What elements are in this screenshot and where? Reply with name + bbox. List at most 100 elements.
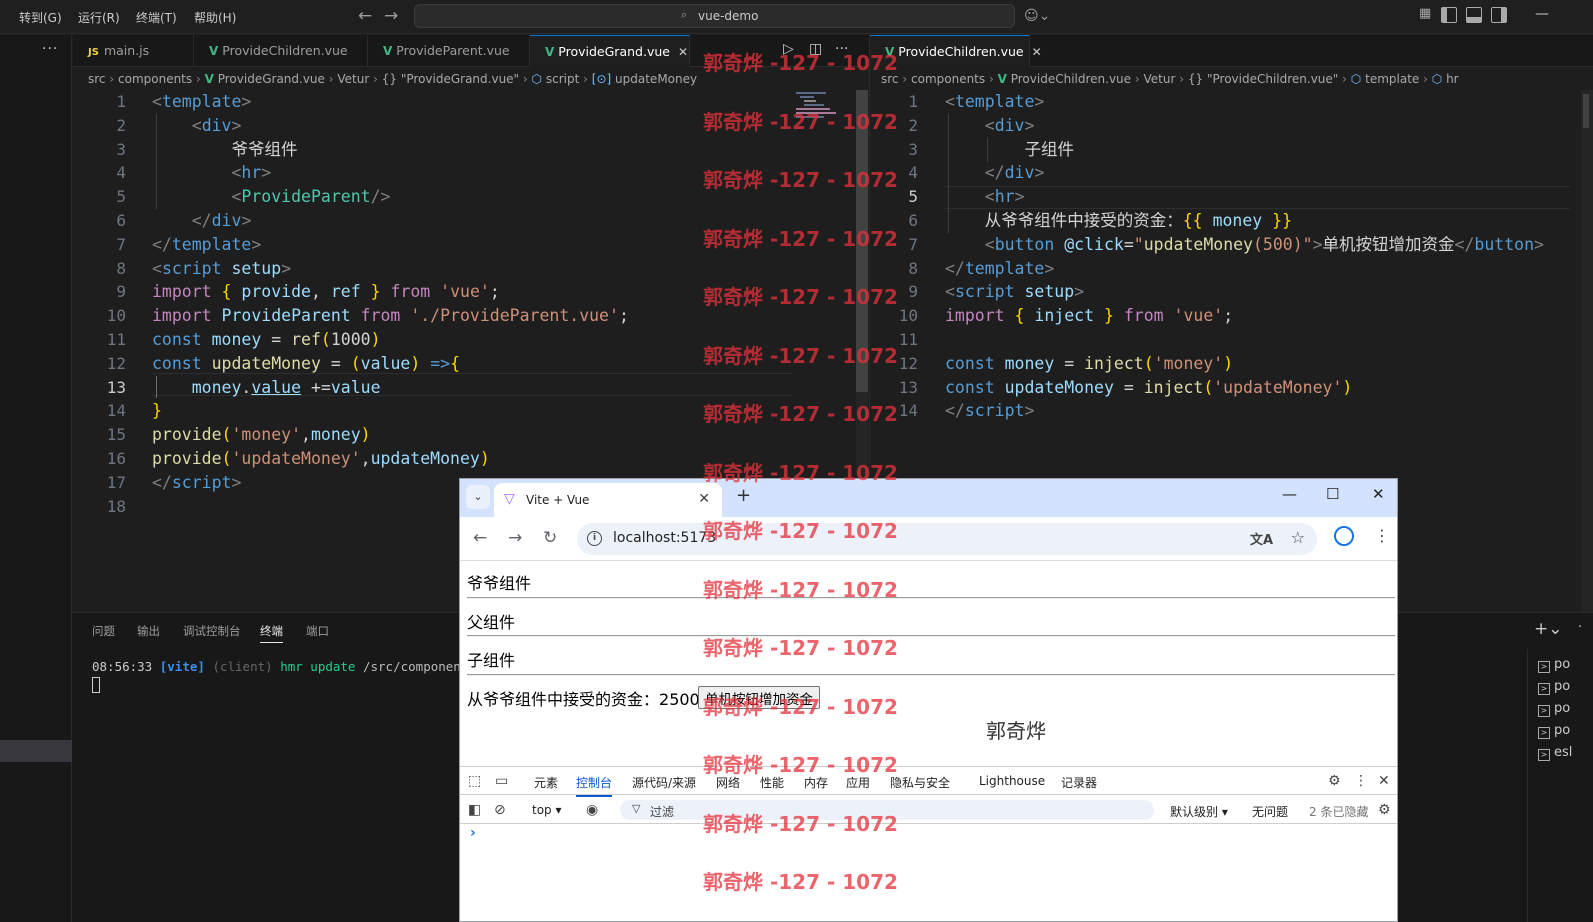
back-icon[interactable]: ← bbox=[473, 528, 487, 548]
customize-layout-icon[interactable]: ▦ bbox=[1419, 6, 1435, 22]
panel-tab-output[interactable]: 输出 bbox=[137, 623, 160, 639]
reload-icon[interactable]: ↻ bbox=[543, 528, 557, 548]
maximize-icon[interactable]: ☐ bbox=[1326, 485, 1339, 503]
tab-provide-children[interactable]: V ProvideChildren.vue bbox=[194, 35, 368, 67]
vue-file-icon: V bbox=[209, 44, 219, 58]
watermark-text: 郭奇烨 -127 - 1072 bbox=[703, 636, 898, 660]
toggle-secondary-sidebar-icon[interactable] bbox=[1491, 7, 1507, 23]
browser-toolbar: ← → ↻ i localhost:5173 文A ☆ ⋮ bbox=[460, 517, 1397, 561]
console-settings-icon[interactable]: ⚙ bbox=[1378, 802, 1391, 818]
sidebar-toggle-icon[interactable]: ◧ bbox=[468, 802, 481, 818]
close-tab-icon[interactable]: ✕ bbox=[698, 491, 710, 507]
sidebar-selected-item[interactable] bbox=[0, 740, 72, 762]
devtools-tab-recorder[interactable]: 记录器 bbox=[1061, 774, 1097, 791]
tab-provide-grand[interactable]: V ProvideGrand.vue ✕ bbox=[530, 35, 690, 67]
toggle-primary-sidebar-icon[interactable] bbox=[1441, 7, 1457, 23]
minimize-icon[interactable]: — bbox=[1282, 485, 1297, 503]
devtools-tab-console[interactable]: 控制台 bbox=[576, 774, 613, 797]
terminal-list-item[interactable]: > po bbox=[1538, 723, 1570, 739]
back-arrow-icon[interactable]: ← bbox=[358, 6, 372, 26]
browser-menu-icon[interactable]: ⋮ bbox=[1374, 526, 1390, 545]
watermark-text: 郭奇烨 -127 - 1072 bbox=[703, 109, 898, 134]
terminal-list-item[interactable]: > po bbox=[1538, 657, 1570, 673]
device-toolbar-icon[interactable]: ▭ bbox=[495, 773, 508, 789]
terminal-icon: > bbox=[1538, 683, 1550, 695]
browser-tab[interactable]: ▽ Vite + Vue ✕ bbox=[494, 483, 722, 517]
eye-icon[interactable]: ◉ bbox=[586, 802, 598, 818]
tab-main-js[interactable]: JS main.js bbox=[73, 35, 194, 67]
forward-icon[interactable]: → bbox=[508, 528, 522, 548]
breadcrumb-right: src › components › V ProvideChildren.vue… bbox=[881, 72, 1459, 86]
translate-icon[interactable]: 文A bbox=[1250, 529, 1273, 548]
line-number: 18 bbox=[106, 496, 126, 516]
menu-run[interactable]: 运行(R) bbox=[78, 9, 120, 26]
settings-gear-icon[interactable]: ⚙ bbox=[1328, 773, 1341, 789]
devtools-menu-icon[interactable]: ⋮ bbox=[1354, 773, 1368, 789]
new-tab-icon[interactable]: + bbox=[736, 485, 751, 506]
devtools-tab-privacy[interactable]: 隐私与安全 bbox=[890, 774, 950, 791]
bookmark-star-icon[interactable]: ☆ bbox=[1291, 528, 1305, 547]
line-number: 12 bbox=[106, 353, 126, 373]
explorer-sidebar: ··· bbox=[0, 35, 72, 922]
log-level-dropdown[interactable]: 默认级别 ▾ bbox=[1170, 803, 1228, 820]
tab-provide-parent[interactable]: V ProvideParent.vue bbox=[368, 35, 530, 67]
copilot-icon[interactable]: ☺⌄ bbox=[1024, 8, 1050, 24]
inspect-element-icon[interactable]: ⬚ bbox=[468, 773, 481, 789]
breadcrumb-left: src › components › V ProvideGrand.vue › … bbox=[88, 72, 698, 86]
horizontal-rule bbox=[467, 674, 1395, 676]
profile-avatar-icon[interactable] bbox=[1334, 526, 1354, 546]
menu-help[interactable]: 帮助(H) bbox=[194, 9, 236, 26]
close-window-icon[interactable]: ✕ bbox=[1372, 485, 1385, 503]
more-actions-icon[interactable]: ··· bbox=[42, 41, 58, 57]
clear-console-icon[interactable]: ⊘ bbox=[494, 802, 506, 818]
code-editor-right[interactable]: <template> <div> 子组件 </div> <hr> 从爷爷组件中接… bbox=[945, 90, 1544, 423]
panel-tab-debug-console[interactable]: 调试控制台 bbox=[183, 623, 241, 639]
watermark-text: 郭奇烨 -127 - 1072 bbox=[703, 285, 898, 309]
line-number: 9 bbox=[116, 282, 126, 302]
close-tab-icon[interactable]: ✕ bbox=[1032, 45, 1042, 59]
vue-file-icon: V bbox=[545, 45, 555, 59]
context-selector[interactable]: top ▾ bbox=[532, 803, 562, 817]
right-editor-scrollbar[interactable] bbox=[1581, 90, 1593, 612]
devtools-tab-lighthouse[interactable]: Lighthouse bbox=[979, 774, 1045, 788]
line-number: 5 bbox=[116, 187, 126, 207]
vue-file-icon: V bbox=[383, 44, 393, 58]
terminal-icon: > bbox=[1538, 705, 1550, 717]
minimize-window-icon[interactable]: — bbox=[1535, 6, 1549, 22]
vue-file-icon: V bbox=[997, 72, 1007, 86]
money-text: 从爷爷组件中接受的资金：2500 bbox=[467, 690, 700, 709]
symbol-icon: ⬡ bbox=[1431, 72, 1443, 86]
close-tab-icon[interactable]: ✕ bbox=[678, 45, 688, 59]
terminal-list-item[interactable]: > po bbox=[1538, 701, 1570, 717]
grand-component-text: 爷爷组件 bbox=[467, 574, 532, 593]
toggle-panel-icon[interactable] bbox=[1466, 7, 1482, 23]
code-editor-left[interactable]: <template> <div> 爷爷组件 <hr> <ProvideParen… bbox=[152, 90, 629, 495]
terminal-list-item[interactable]: > esl bbox=[1538, 745, 1572, 761]
devtools-tab-elements[interactable]: 元素 bbox=[534, 774, 558, 791]
watermark-text: 郭奇烨 -127 - 1072 bbox=[703, 694, 898, 719]
menu-terminal[interactable]: 终端(T) bbox=[136, 9, 177, 26]
new-terminal-icon[interactable]: +⌄ bbox=[1534, 619, 1563, 639]
line-number: 6 bbox=[116, 210, 126, 230]
terminal-list-item[interactable]: > po bbox=[1538, 679, 1570, 695]
more-actions-icon[interactable]: · bbox=[1578, 620, 1582, 635]
tab-search-icon[interactable]: ⌄ bbox=[466, 485, 490, 509]
panel-tab-terminal[interactable]: 终端 bbox=[260, 623, 283, 643]
browser-tab-strip: ⌄ ▽ Vite + Vue ✕ + — ☐ ✕ bbox=[460, 479, 1397, 517]
forward-arrow-icon[interactable]: → bbox=[384, 6, 398, 26]
menu-goto[interactable]: 转到(G) bbox=[19, 9, 62, 26]
panel-tab-ports[interactable]: 端口 bbox=[306, 623, 329, 639]
terminal-icon: > bbox=[1538, 661, 1550, 673]
issues-count[interactable]: 无问题 bbox=[1252, 803, 1288, 820]
watermark-text: 郭奇烨 -127 - 1072 bbox=[703, 811, 898, 836]
address-bar[interactable]: i localhost:5173 文A ☆ bbox=[577, 523, 1317, 555]
console-prompt[interactable]: › bbox=[470, 825, 476, 841]
scrollbar-thumb[interactable] bbox=[1583, 94, 1589, 128]
command-center[interactable]: ⌕ vue-demo bbox=[414, 4, 1015, 28]
close-devtools-icon[interactable]: ✕ bbox=[1378, 773, 1390, 789]
watermark-text: 郭奇烨 -127 - 1072 bbox=[703, 753, 898, 777]
site-info-icon[interactable]: i bbox=[587, 531, 602, 546]
panel-tab-problems[interactable]: 问题 bbox=[92, 623, 115, 639]
devtools-tab-sources[interactable]: 源代码/来源 bbox=[632, 774, 696, 791]
line-number: 10 bbox=[106, 306, 126, 326]
